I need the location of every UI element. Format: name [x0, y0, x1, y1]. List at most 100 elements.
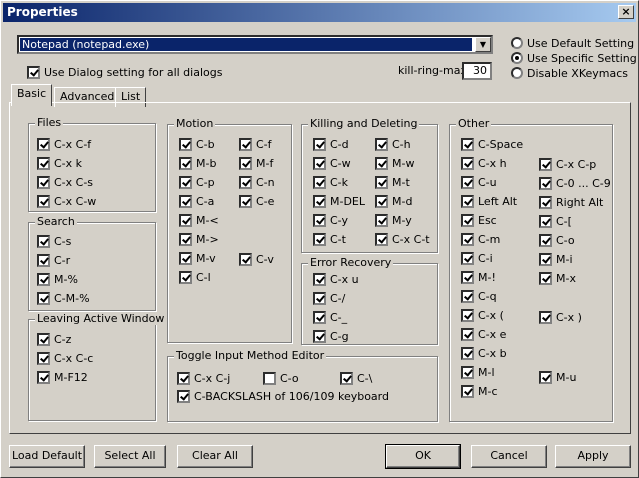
toggle-checkbox-c-o[interactable]: C-o: [263, 370, 299, 385]
use-dialog-checkbox[interactable]: Use Dialog setting for all dialogs: [27, 64, 222, 79]
leaving-checkbox-m-f12[interactable]: M-F12: [37, 369, 88, 384]
chevron-down-icon[interactable]: ▼: [475, 37, 491, 52]
checkbox-box[interactable]: [37, 234, 50, 248]
checkbox-box[interactable]: [461, 270, 474, 284]
checkbox-box[interactable]: [37, 137, 50, 151]
mode-default-radio[interactable]: Use Default Setting: [511, 35, 634, 50]
application-select[interactable]: Notepad (notepad.exe) ▼: [17, 35, 493, 54]
checkbox-box[interactable]: [461, 365, 474, 379]
motion-checkbox-c-e[interactable]: C-e: [239, 193, 274, 208]
killing-checkbox-c-y[interactable]: C-y: [313, 212, 348, 227]
checkbox-box[interactable]: [461, 384, 474, 398]
killing-checkbox-m-d[interactable]: M-d: [375, 193, 412, 208]
checkbox-box[interactable]: [461, 156, 474, 170]
radio-specific-icon[interactable]: [511, 52, 523, 64]
mode-disable-radio[interactable]: Disable XKeymacs: [511, 65, 628, 80]
checkbox-box[interactable]: [37, 332, 50, 346]
toggle-checkbox-c[interactable]: C-\: [340, 370, 372, 385]
error-checkbox-c[interactable]: C-/: [313, 290, 345, 305]
other-checkbox-esc[interactable]: Esc: [461, 212, 497, 227]
motion-checkbox-c-b[interactable]: C-b: [179, 136, 215, 151]
killing-checkbox-c-w[interactable]: C-w: [313, 155, 351, 170]
other-checkbox-left-alt[interactable]: Left Alt: [461, 193, 517, 208]
other-checkbox-c-m[interactable]: C-m: [461, 231, 500, 246]
other-checkbox-c-i[interactable]: C-i: [461, 250, 493, 265]
checkbox-box[interactable]: [263, 371, 276, 385]
checkbox-box[interactable]: [179, 232, 192, 246]
error-checkbox-c-x-u[interactable]: C-x u: [313, 271, 359, 286]
checkbox-box[interactable]: [37, 156, 50, 170]
checkbox-box[interactable]: [375, 156, 388, 170]
killing-checkbox-c-t[interactable]: C-t: [313, 231, 346, 246]
killing-checkbox-c-h[interactable]: C-h: [375, 136, 411, 151]
error-checkbox-c[interactable]: C-_: [313, 309, 347, 324]
kill-ring-input[interactable]: 30: [462, 62, 492, 80]
checkbox-box[interactable]: [539, 214, 552, 228]
error-checkbox-c-g[interactable]: C-g: [313, 328, 349, 343]
killing-checkbox-m-t[interactable]: M-t: [375, 174, 410, 189]
motion-checkbox-m-b[interactable]: M-b: [179, 155, 216, 170]
checkbox-box[interactable]: [313, 175, 326, 189]
checkbox-box[interactable]: [539, 370, 552, 384]
checkbox-box[interactable]: [461, 232, 474, 246]
checkbox-box[interactable]: [375, 213, 388, 227]
other-checkbox-c-u[interactable]: C-u: [461, 174, 497, 189]
motion-checkbox-m-f[interactable]: M-f: [239, 155, 273, 170]
clear-all-button[interactable]: Clear All: [177, 445, 253, 468]
checkbox-box[interactable]: [239, 175, 252, 189]
toggle-checkbox-c-backslash-of-106-109-keyboard[interactable]: C-BACKSLASH of 106/109 keyboard: [177, 388, 389, 403]
checkbox-box[interactable]: [313, 329, 326, 343]
checkbox-box[interactable]: [375, 232, 388, 246]
other-checkbox-c-x[interactable]: C-x ): [539, 309, 582, 324]
other-checkbox-c[interactable]: C-[: [539, 213, 572, 228]
files-checkbox-c-x-k[interactable]: C-x k: [37, 155, 82, 170]
leaving-checkbox-c-z[interactable]: C-z: [37, 331, 71, 346]
search-checkbox-c-m[interactable]: C-M-%: [37, 290, 90, 305]
other-checkbox-c-x-h[interactable]: C-x h: [461, 155, 507, 170]
motion-checkbox-c-n[interactable]: C-n: [239, 174, 275, 189]
motion-checkbox-c-v[interactable]: C-v: [239, 251, 274, 266]
checkbox-box[interactable]: [179, 213, 192, 227]
checkbox-box[interactable]: [313, 291, 326, 305]
files-checkbox-c-x-c-s[interactable]: C-x C-s: [37, 174, 93, 189]
cancel-button[interactable]: Cancel: [471, 445, 547, 468]
toggle-checkbox-c-x-c-j[interactable]: C-x C-j: [177, 370, 230, 385]
killing-checkbox-c-k[interactable]: C-k: [313, 174, 348, 189]
checkbox-box[interactable]: [37, 291, 50, 305]
checkbox-box[interactable]: [461, 137, 474, 151]
use-dialog-check[interactable]: [27, 65, 40, 79]
checkbox-box[interactable]: [179, 156, 192, 170]
checkbox-box[interactable]: [375, 175, 388, 189]
checkbox-box[interactable]: [239, 194, 252, 208]
files-checkbox-c-x-c-w[interactable]: C-x C-w: [37, 193, 96, 208]
select-all-button[interactable]: Select All: [94, 445, 166, 468]
other-checkbox-c-space[interactable]: C-Space: [461, 136, 523, 151]
other-checkbox-c-o[interactable]: C-o: [539, 232, 575, 247]
checkbox-box[interactable]: [461, 308, 474, 322]
other-checkbox-c-x[interactable]: C-x (: [461, 307, 504, 322]
other-checkbox-c-0-c-9[interactable]: C-0 ... C-9: [539, 175, 611, 190]
radio-disable-icon[interactable]: [511, 67, 523, 79]
motion-checkbox-m[interactable]: M->: [179, 231, 219, 246]
checkbox-box[interactable]: [37, 370, 50, 384]
checkbox-box[interactable]: [179, 194, 192, 208]
search-checkbox-m[interactable]: M-%: [37, 271, 78, 286]
checkbox-box[interactable]: [177, 371, 190, 385]
ok-button[interactable]: OK: [385, 444, 461, 469]
killing-checkbox-m-y[interactable]: M-y: [375, 212, 412, 227]
checkbox-box[interactable]: [179, 251, 192, 265]
other-checkbox-m-u[interactable]: M-u: [539, 369, 576, 384]
checkbox-box[interactable]: [313, 272, 326, 286]
killing-checkbox-c-x-c-t[interactable]: C-x C-t: [375, 231, 430, 246]
checkbox-box[interactable]: [539, 271, 552, 285]
checkbox-box[interactable]: [539, 176, 552, 190]
other-checkbox-c-q[interactable]: C-q: [461, 288, 497, 303]
checkbox-box[interactable]: [313, 213, 326, 227]
killing-checkbox-m-w[interactable]: M-w: [375, 155, 414, 170]
mode-specific-radio[interactable]: Use Specific Setting: [511, 50, 637, 65]
checkbox-box[interactable]: [179, 137, 192, 151]
files-checkbox-c-x-c-f[interactable]: C-x C-f: [37, 136, 91, 151]
motion-checkbox-m[interactable]: M-<: [179, 212, 219, 227]
motion-checkbox-c-f[interactable]: C-f: [239, 136, 272, 151]
motion-checkbox-c-p[interactable]: C-p: [179, 174, 215, 189]
